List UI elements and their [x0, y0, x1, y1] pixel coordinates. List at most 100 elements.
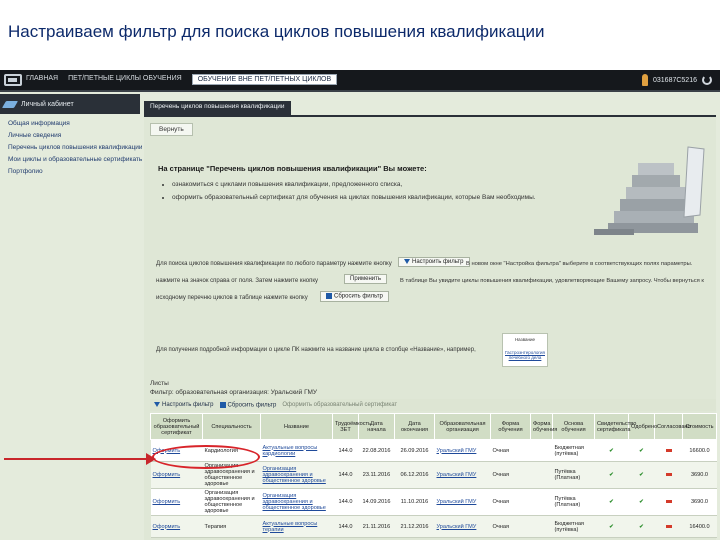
intro-list: ознакомиться с циклами повышения квалифи…: [158, 181, 578, 201]
organization-link[interactable]: Уральский ГМУ: [434, 515, 491, 538]
example-cycle-link[interactable]: Гастроэнтерология лечебного дела: [503, 350, 547, 360]
toolbar-set-filter-button[interactable]: Настроить фильтр: [154, 401, 214, 408]
table-cell: 144.0: [332, 515, 359, 538]
top-nav: ГЛАВНАЯ ПЕТ/ПЕТНЫЕ ЦИКЛЫ ОБУЧЕНИЯ ОБУЧЕН…: [26, 74, 338, 85]
intro-item: ознакомиться с циклами повышения квалифи…: [172, 181, 578, 188]
table-cell: 21.11.2016: [358, 515, 395, 538]
organization-link[interactable]: Уральский ГМУ: [434, 439, 491, 462]
active-filter-label: Фильтр: образовательная организация: Ура…: [150, 389, 318, 396]
list-header: Листы Фильтр: образовательная организаци…: [150, 379, 317, 397]
app-screenshot: ГЛАВНАЯ ПЕТ/ПЕТНЫЕ ЦИКЛЫ ОБУЧЕНИЯ ОБУЧЕН…: [0, 70, 720, 540]
table-cell: 22.08.2016: [358, 439, 395, 462]
organization-link[interactable]: Уральский ГМУ: [434, 461, 491, 489]
table-cell: Очная: [490, 461, 531, 489]
sidebar-item-personal[interactable]: Личные сведения: [8, 132, 132, 139]
title-column-example: Название Гастроэнтерология лечебного дел…: [502, 333, 548, 367]
list-label: Листы: [150, 380, 169, 387]
content-panel: Вернуть На странице "Перечень циклов пов…: [144, 115, 717, 540]
column-header[interactable]: Форма обучения: [530, 413, 557, 440]
table-cell: 06.12.2016: [394, 461, 435, 489]
sidebar-item-portfolio[interactable]: Портфолио: [8, 168, 132, 175]
pointer-arrow-shaft: [4, 458, 150, 460]
toolbar-reset-label: Сбросить фильтр: [227, 402, 277, 409]
status-minus-icon: [654, 488, 683, 516]
filter-icon: [404, 259, 410, 264]
column-header[interactable]: Специальность: [202, 413, 261, 440]
sidebar: Личный кабинет Общая информация Личные с…: [0, 94, 144, 540]
nav-outside-cycles[interactable]: ОБУЧЕНИЕ ВНЕ ПЕТ/ПЕТНЫХ ЦИКЛОВ: [191, 74, 338, 85]
portal-logo-icon[interactable]: [4, 74, 22, 86]
check-icon: ✔: [628, 461, 655, 489]
check-icon: ✔: [594, 461, 629, 489]
table-cell: 14.09.2016: [358, 488, 395, 516]
issue-certificate-link[interactable]: Оформить: [150, 515, 203, 538]
set-filter-button[interactable]: Настроить фильтр: [398, 257, 470, 268]
instruction-line-3: исходному перечню циклов в таблице нажми…: [156, 295, 308, 301]
logout-icon[interactable]: [702, 75, 712, 85]
column-header[interactable]: Форма обучения: [490, 413, 531, 440]
intro-item: оформить образовательный сертификат для …: [172, 194, 578, 201]
books-laptop-illustration: [594, 146, 705, 235]
table-cell: [530, 439, 553, 462]
column-header[interactable]: Стоимость: [682, 413, 717, 440]
pencil-icon: [1, 100, 19, 108]
instruction-line-2b: В таблице Вы увидите циклы повышения ква…: [400, 278, 704, 284]
check-icon: ✔: [594, 515, 629, 538]
cycle-title-link[interactable]: Актуальные вопросы терапии: [260, 515, 333, 538]
table-row[interactable]: Оформить Терапия Актуальные вопросы терапи…: [150, 515, 717, 538]
table-cell: Терапия: [202, 515, 261, 538]
issue-certificate-link[interactable]: Оформить: [150, 488, 203, 516]
tab-cycles-list[interactable]: Перечень циклов повышения квалификации: [144, 101, 291, 115]
column-header[interactable]: Дата начала: [358, 413, 395, 440]
table-cell: 16600.0: [682, 439, 717, 462]
column-header[interactable]: Согласовано: [654, 413, 691, 440]
check-icon: ✔: [594, 439, 629, 462]
user-id: 031687С5216: [653, 76, 697, 84]
table-cell: Очная: [490, 439, 531, 462]
back-button[interactable]: Вернуть: [150, 123, 193, 136]
toolbar-certificate-button[interactable]: Оформить образовательный сертификат: [282, 402, 397, 408]
column-header[interactable]: Одобрено: [628, 413, 657, 440]
cycle-title-link[interactable]: Организация здравоохранения и общественн…: [260, 488, 333, 516]
sidebar-header-label: Личный кабинет: [21, 100, 74, 108]
clear-filter-icon: [219, 401, 226, 408]
cycle-title-link[interactable]: Организация здравоохранения и общественн…: [260, 461, 333, 489]
table-cell: Бюджетная (путёвка): [552, 439, 595, 462]
table-cell: 144.0: [332, 461, 359, 489]
reset-filter-button[interactable]: Сбросить фильтр: [320, 291, 389, 302]
table-cell: Бюджетная (путёвка): [552, 515, 595, 538]
pointer-arrow-head: [146, 453, 156, 465]
table-cell: 26.09.2016: [394, 439, 435, 462]
column-header[interactable]: Свидетельство сертификата: [594, 413, 636, 440]
nav-home[interactable]: ГЛАВНАЯ: [26, 75, 58, 85]
column-header[interactable]: Трудоёмкость ЗЕТ: [332, 413, 371, 440]
example-column-title: Название: [514, 337, 536, 342]
check-icon: ✔: [628, 488, 655, 516]
table-header-row: Оформить образовательный сертификат Спец…: [150, 413, 717, 440]
column-header[interactable]: Основа обучения: [552, 413, 595, 440]
column-header[interactable]: Образовательная организация: [434, 413, 491, 440]
intro-block: На странице "Перечень циклов повышения к…: [158, 164, 578, 207]
sidebar-item-general[interactable]: Общая информация: [8, 120, 132, 127]
sidebar-item-cycles-list[interactable]: Перечень циклов повышения квалификации: [8, 144, 143, 151]
table-cell: Организация здравоохранения и общественн…: [202, 488, 261, 516]
table-row[interactable]: Оформить Организация здравоохранения и об…: [150, 488, 717, 516]
sidebar-header: Личный кабинет: [0, 94, 140, 114]
toolbar-reset-filter-button[interactable]: Сбросить фильтр: [219, 401, 277, 409]
sidebar-item-my-cycles[interactable]: Мои циклы и образовательные сертификаты: [8, 156, 144, 163]
highlight-ellipse: [152, 445, 260, 469]
instruction-line-1: Для поиска циклов повышения квалификации…: [156, 261, 392, 267]
cycle-title-link[interactable]: Актуальные вопросы кардиологии: [260, 439, 333, 462]
status-minus-icon: [654, 439, 683, 462]
user-icon: [642, 74, 648, 86]
column-header[interactable]: Оформить образовательный сертификат: [150, 413, 203, 440]
column-header[interactable]: Дата окончания: [394, 413, 435, 440]
table-cell: 23.11.2016: [358, 461, 395, 489]
sidebar-menu: Общая информация Личные сведения Перечен…: [0, 114, 144, 186]
organization-link[interactable]: Уральский ГМУ: [434, 488, 491, 516]
table-cell: [530, 461, 553, 489]
apply-button[interactable]: Применить: [344, 274, 388, 284]
instruction-line-1b: В новом окне "Настройка фильтра" выберит…: [466, 261, 693, 267]
nav-cycles[interactable]: ПЕТ/ПЕТНЫЕ ЦИКЛЫ ОБУЧЕНИЯ: [68, 75, 182, 85]
column-header[interactable]: Название: [260, 413, 333, 440]
